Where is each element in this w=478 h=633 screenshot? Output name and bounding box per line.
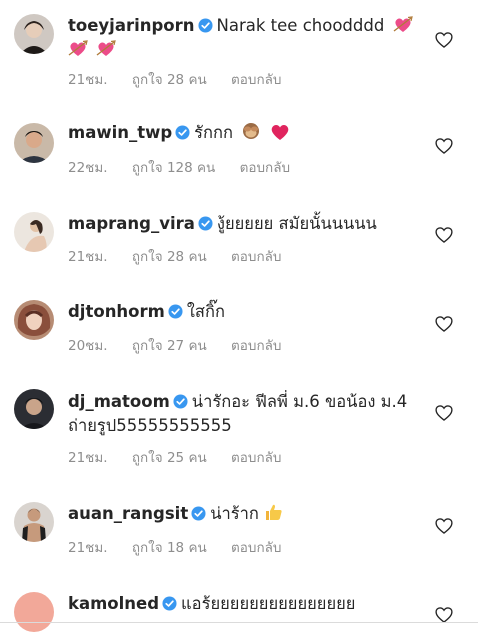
comment-meta: 21ชม. ถูกใจ 28 คน ตอบกลับ [68, 68, 301, 90]
reply-button[interactable]: ตอบกลับ [231, 540, 281, 556]
comment-username[interactable]: mawin_twp [68, 123, 172, 142]
comment-time: 22ชม. [68, 160, 108, 176]
red-heart-icon [270, 123, 290, 141]
avatar-image [14, 123, 54, 163]
comment-body: Narak tee choodddd [216, 16, 385, 35]
like-heart-icon[interactable] [434, 30, 454, 50]
comment-username[interactable]: toeyjarinporn [68, 16, 195, 35]
comment-likes[interactable]: ถูกใจ 18 คน [132, 540, 207, 556]
like-heart-icon[interactable] [434, 403, 454, 423]
heart-arrow-icon [393, 16, 413, 34]
comment-text-block: kamolned แอร้ยยยยยยยยยยยยยยย [68, 592, 428, 616]
like-heart-icon[interactable] [434, 516, 454, 536]
avatar[interactable] [14, 212, 54, 252]
comment-text-block: djtonhorm ใสกิ๊ก [68, 300, 428, 324]
comment-text-block: auan_rangsit น่าร้าก [68, 502, 428, 526]
avatar-image [14, 300, 54, 340]
verified-badge-icon [173, 394, 188, 409]
comment-likes[interactable]: ถูกใจ 28 คน [132, 72, 207, 88]
comment-username[interactable]: maprang_vira [68, 214, 195, 233]
verified-badge-icon [175, 125, 190, 140]
avatar[interactable] [14, 389, 54, 429]
avatar-image [14, 502, 54, 542]
comment-username[interactable]: djtonhorm [68, 302, 165, 321]
verified-badge-icon [198, 216, 213, 231]
heart-arrow-icon [96, 40, 117, 58]
comment-meta: 21ชม. ถูกใจ 25 คน ตอบกลับ [68, 446, 301, 468]
avatar[interactable] [14, 502, 54, 542]
reply-button[interactable]: ตอบกลับ [231, 450, 281, 466]
comment-time: 21ชม. [68, 540, 108, 556]
avatar-image [14, 14, 54, 54]
comment-meta: 21ชม. ถูกใจ 18 คน ตอบกลับ [68, 536, 301, 558]
comment-meta: 21ชม. ถูกใจ 28 คน ตอบกลับ [68, 245, 301, 267]
avatar[interactable] [14, 123, 54, 163]
comment-body: งู้ยยยยย สมัยนั้นนนนน [216, 214, 377, 233]
verified-badge-icon [191, 506, 206, 521]
like-heart-icon[interactable] [434, 314, 454, 334]
comment-text-block: mawin_twp รักกก [68, 121, 428, 145]
comment-body: แอร้ยยยยยยยยยยยยยยย [181, 594, 356, 613]
like-heart-icon[interactable] [434, 225, 454, 245]
comment-text-block: toeyjarinporn Narak tee choodddd [68, 14, 428, 62]
comment-likes[interactable]: ถูกใจ 27 คน [132, 338, 207, 354]
thumbs-up-icon [264, 502, 284, 522]
comment-username[interactable]: kamolned [68, 594, 159, 613]
comment-text-block: maprang_vira งู้ยยยยย สมัยนั้นนนนน [68, 212, 428, 236]
comment-likes[interactable]: ถูกใจ 128 คน [132, 160, 215, 176]
comment-time: 21ชม. [68, 72, 108, 88]
comment-meta: 20ชม. ถูกใจ 27 คน ตอบกลับ [68, 334, 301, 356]
comment-username[interactable]: auan_rangsit [68, 504, 188, 523]
heart-arrow-icon [68, 40, 88, 58]
comment-body: รักกก [194, 123, 234, 142]
comment-likes[interactable]: ถูกใจ 28 คน [132, 249, 207, 265]
verified-badge-icon [168, 304, 183, 319]
like-heart-icon[interactable] [434, 136, 454, 156]
comment-body: น่าร้าก [210, 504, 259, 523]
comment-time: 21ชม. [68, 450, 108, 466]
verified-badge-icon [162, 596, 177, 611]
avatar-image [14, 592, 54, 632]
reply-button[interactable]: ตอบกลับ [231, 338, 281, 354]
comment-body: ใสกิ๊ก [186, 302, 225, 321]
bottom-divider [0, 622, 478, 623]
reply-button[interactable]: ตอบกลับ [231, 72, 281, 88]
reply-button[interactable]: ตอบกลับ [240, 160, 290, 176]
comment-time: 21ชม. [68, 249, 108, 265]
avatar[interactable] [14, 14, 54, 54]
comment-time: 20ชม. [68, 338, 108, 354]
comment-username[interactable]: dj_matoom [68, 392, 170, 411]
reply-button[interactable]: ตอบกลับ [231, 249, 281, 265]
avatar[interactable] [14, 300, 54, 340]
comment-text-block: dj_matoom น่ารักอะ ฟีลพี่ ม.6 ขอน้อง ม.4 … [68, 390, 428, 438]
comment-likes[interactable]: ถูกใจ 25 คน [132, 450, 207, 466]
see-no-evil-monkey-icon [241, 121, 261, 141]
avatar-image [14, 212, 54, 252]
verified-badge-icon [198, 18, 213, 33]
comment-meta: 22ชม. ถูกใจ 128 คน ตอบกลับ [68, 156, 310, 178]
avatar[interactable] [14, 592, 54, 632]
avatar-image [14, 389, 54, 429]
